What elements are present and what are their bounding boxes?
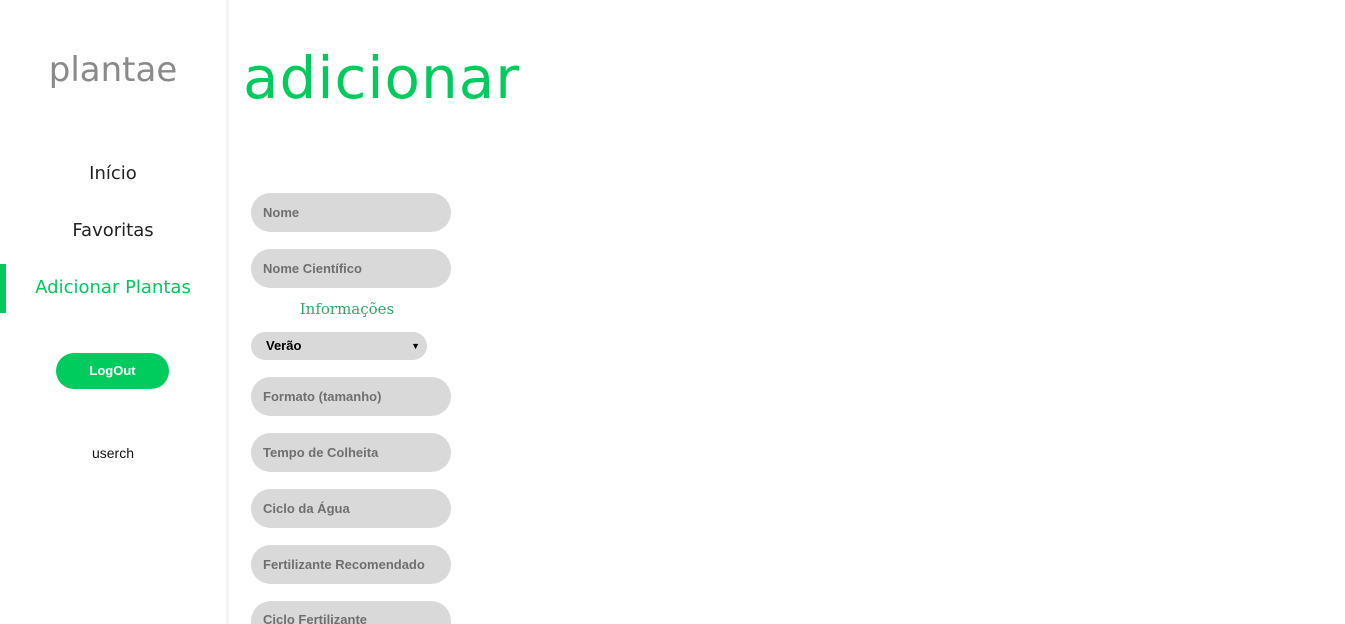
- nav-item-inicio[interactable]: Início: [0, 163, 226, 184]
- ciclo-fertilizante-input[interactable]: [251, 601, 451, 624]
- nav-item-adicionar-plantas[interactable]: Adicionar Plantas: [0, 277, 226, 298]
- logout-button[interactable]: LogOut: [56, 353, 169, 389]
- season-select-value: Verão: [266, 338, 302, 353]
- app-logo: plantae: [48, 50, 178, 90]
- username: userch: [91, 445, 135, 461]
- ciclo-agua-input[interactable]: [251, 489, 451, 528]
- chevron-down-icon: ▼: [411, 341, 420, 351]
- formato-input[interactable]: [251, 377, 451, 416]
- nome-cientifico-input[interactable]: [251, 249, 451, 288]
- nav-item-favoritas[interactable]: Favoritas: [0, 220, 226, 241]
- page-title: adicionar: [243, 44, 521, 112]
- informacoes-label: Informações: [299, 300, 395, 318]
- tempo-colheita-input[interactable]: [251, 433, 451, 472]
- nome-input[interactable]: [251, 193, 451, 232]
- season-select[interactable]: Verão ▼: [251, 332, 427, 360]
- sidebar: plantae Início Favoritas Adicionar Plant…: [0, 0, 229, 624]
- fertilizante-input[interactable]: [251, 545, 451, 584]
